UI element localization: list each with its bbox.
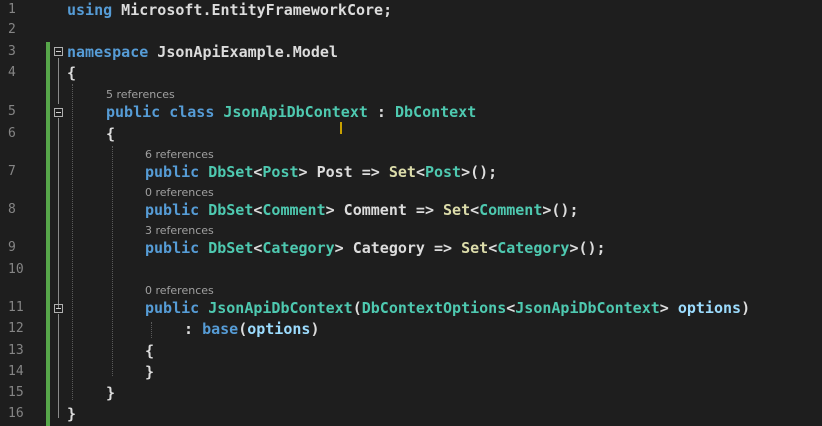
line-number: 10	[8, 262, 24, 277]
indent-guide	[72, 84, 73, 400]
code-line-15: }	[106, 384, 116, 402]
line-number: 5	[8, 104, 16, 119]
outline-line	[58, 314, 59, 418]
outline-line	[58, 118, 59, 308]
line-number: 7	[8, 164, 16, 179]
outline-line	[58, 58, 59, 104]
code-line-8: public DbSet<Comment> Comment => Set<Com…	[145, 201, 579, 219]
code-line-14: }	[145, 363, 155, 381]
line-number: 11	[8, 300, 24, 315]
indent-guide	[112, 146, 113, 376]
code-line-13: {	[145, 342, 155, 360]
line-number: 16	[8, 406, 24, 421]
codelens-references[interactable]: 0 references	[145, 186, 214, 200]
code-line-7: public DbSet<Post> Post => Set<Post>();	[145, 163, 498, 181]
line-number: 14	[8, 364, 24, 379]
line-number: 13	[8, 343, 24, 358]
line-number: 3	[8, 44, 16, 59]
indent-guide	[151, 322, 152, 338]
collapse-icon[interactable]	[54, 108, 63, 117]
code-line-16: }	[67, 405, 77, 423]
line-number: 8	[8, 202, 16, 217]
collapse-icon[interactable]	[54, 304, 63, 313]
code-line-1: using Microsoft.EntityFrameworkCore;	[67, 1, 393, 19]
codelens-references[interactable]: 6 references	[145, 148, 214, 162]
line-number: 12	[8, 321, 24, 336]
codelens-references[interactable]: 0 references	[145, 284, 214, 298]
code-line-6: {	[106, 125, 116, 143]
code-line-9: public DbSet<Category> Category => Set<C…	[145, 239, 606, 257]
code-line-12: : base(options)	[184, 320, 320, 338]
line-number: 4	[8, 65, 16, 80]
codelens-references[interactable]: 3 references	[145, 224, 214, 238]
line-number: 9	[8, 240, 16, 255]
code-line-11: public JsonApiDbContext(DbContextOptions…	[145, 299, 751, 317]
code-line-3: namespace JsonApiExample.Model	[67, 43, 338, 61]
line-number: 1	[8, 2, 16, 17]
change-tracking-bar	[46, 42, 50, 426]
codelens-references[interactable]: 5 references	[106, 88, 175, 102]
line-number: 6	[8, 126, 16, 141]
code-line-5: public class JsonApiDbContext : DbContex…	[106, 103, 477, 121]
line-number: 15	[8, 385, 24, 400]
line-number: 2	[8, 22, 16, 37]
text-caret	[340, 122, 342, 134]
code-line-4: {	[67, 64, 77, 82]
collapse-icon[interactable]	[54, 47, 63, 56]
